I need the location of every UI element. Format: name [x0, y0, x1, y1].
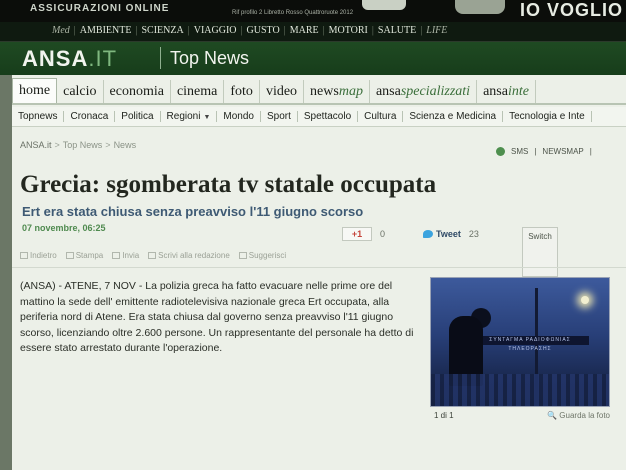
channel-item-life[interactable]: LIFE: [422, 25, 451, 36]
photo-index: 1 di 1: [434, 411, 454, 420]
sms-link[interactable]: SMS: [511, 147, 528, 156]
subnav-politica[interactable]: Politica: [115, 111, 161, 122]
pencil-icon: [148, 252, 157, 259]
channel-item-scienza[interactable]: SCIENZA: [137, 25, 187, 36]
tweet-count: 23: [468, 229, 479, 239]
sub-navigation: Topnews Cronaca Politica Regioni ▼ Mondo …: [12, 107, 626, 127]
article-actions: Indietro Stampa Invia Scrivi alla redazi…: [20, 251, 286, 260]
ad-left-text: ASSICURAZIONI ONLINE: [30, 3, 170, 14]
main-tabs: home calcio economia cinema foto video n…: [12, 77, 626, 105]
subnav-cronaca[interactable]: Cronaca: [64, 111, 116, 122]
article-headline: Grecia: sgomberata tv statale occupata: [20, 171, 437, 198]
tab-cinema[interactable]: cinema: [171, 80, 225, 103]
spotlight-shape: [581, 296, 589, 304]
breadcrumb-news[interactable]: News: [114, 140, 137, 150]
channel-item-viaggio[interactable]: VIAGGIO: [190, 25, 241, 36]
photo-caption: 1 di 1 🔍 Guarda la foto: [434, 411, 610, 420]
subnav-sport[interactable]: Sport: [261, 111, 298, 122]
tab-foto[interactable]: foto: [224, 80, 260, 103]
ad-middle-text: Rif profilo 2 Libretto Rosso Quattroruot…: [232, 10, 354, 16]
tweet-button[interactable]: Tweet: [423, 229, 461, 239]
channel-brand[interactable]: Med: [48, 25, 74, 36]
subnav-regioni[interactable]: Regioni ▼: [161, 111, 218, 122]
ad-right-text: IO VOGLIO: [520, 0, 624, 20]
logo-divider: [160, 47, 161, 69]
suggest-link[interactable]: Suggerisci: [238, 251, 286, 260]
subnav-tecnologia[interactable]: Tecnologia e Inte: [503, 111, 592, 122]
channel-nav: Med | AMBIENTE | SCIENZA | VIAGGIO | GUS…: [0, 22, 626, 42]
gplus-button[interactable]: +1: [342, 227, 372, 241]
advertising-banner[interactable]: ASSICURAZIONI ONLINE Rif profilo 2 Libre…: [0, 0, 626, 22]
social-share-bar: +1 0 Tweet 23: [342, 227, 479, 241]
tab-video[interactable]: video: [260, 80, 305, 103]
back-arrow-icon: [20, 252, 28, 259]
subnav-topnews[interactable]: Topnews: [12, 111, 65, 122]
print-link[interactable]: Stampa: [65, 251, 103, 260]
view-photo-link[interactable]: 🔍 Guarda la foto: [547, 411, 610, 420]
breadcrumb: ANSA.it > Top News > News: [20, 140, 137, 150]
channel-item-motori[interactable]: MOTORI: [325, 25, 372, 36]
tab-home[interactable]: home: [12, 78, 58, 103]
switch-widget[interactable]: Switch: [522, 227, 558, 277]
section-title: Top News: [170, 48, 250, 68]
sms-icon: [496, 147, 505, 156]
fence-shape: [431, 374, 609, 406]
article-subheadline: Ert era stata chiusa senza preavviso l'1…: [22, 204, 364, 219]
ansa-logo[interactable]: ANSA.IT: [22, 46, 117, 72]
tab-ansa-specializzati[interactable]: ansaspecializzati: [370, 80, 478, 103]
site-header: ANSA.IT Top News: [0, 42, 626, 75]
subnav-mondo[interactable]: Mondo: [217, 111, 261, 122]
suggest-icon: [238, 252, 247, 259]
channel-item-ambiente[interactable]: AMBIENTE: [76, 25, 136, 36]
write-editor-link[interactable]: Scrivi alla redazione: [148, 251, 230, 260]
article-date: 07 novembre, 06:25: [22, 223, 106, 233]
divider: [12, 267, 626, 268]
subnav-cultura[interactable]: Cultura: [358, 111, 404, 122]
breadcrumb-top-news[interactable]: Top News: [63, 140, 103, 150]
content-area: home calcio economia cinema foto video n…: [12, 75, 626, 470]
tab-newsmap[interactable]: newsmap: [304, 80, 370, 103]
back-link[interactable]: Indietro: [20, 251, 57, 260]
channel-item-salute[interactable]: SALUTE: [374, 25, 420, 36]
utility-links: SMS | NEWSMAP |: [496, 147, 592, 156]
chevron-down-icon: ▼: [203, 114, 211, 121]
subnav-scienza-medicina[interactable]: Scienza e Medicina: [403, 111, 504, 122]
ad-decoration: [455, 0, 505, 14]
twitter-bird-icon: [423, 230, 434, 238]
page-side-margin: [0, 75, 12, 470]
tab-calcio[interactable]: calcio: [57, 80, 104, 103]
breadcrumb-home[interactable]: ANSA.it: [20, 140, 52, 150]
channel-item-mare[interactable]: MARE: [286, 25, 323, 36]
tab-ansa-internazionale[interactable]: ansainte: [477, 80, 536, 103]
ad-decoration: [362, 0, 406, 10]
tab-economia[interactable]: economia: [104, 80, 171, 103]
newsmap-link[interactable]: NEWSMAP: [542, 147, 583, 156]
channel-item-gusto[interactable]: GUSTO: [243, 25, 284, 36]
article-photo[interactable]: ΣΥΝΤΑΓΜΑ ΡΑΔΙΟΦΩΝΙΑΣ ΤΗΛΕΟΡΑΣΗΣ: [430, 277, 610, 407]
send-link[interactable]: Invia: [112, 251, 139, 260]
photo-building-sign: ΣΥΝΤΑΓΜΑ ΡΑΔΙΟΦΩΝΙΑΣ ΤΗΛΕΟΡΑΣΗΣ: [471, 336, 589, 352]
subnav-spettacolo[interactable]: Spettacolo: [298, 111, 359, 122]
mail-icon: [112, 252, 121, 259]
article-body: (ANSA) - ATENE, 7 NOV - La polizia greca…: [20, 280, 414, 355]
print-icon: [65, 252, 74, 259]
gplus-count: 0: [380, 229, 386, 239]
